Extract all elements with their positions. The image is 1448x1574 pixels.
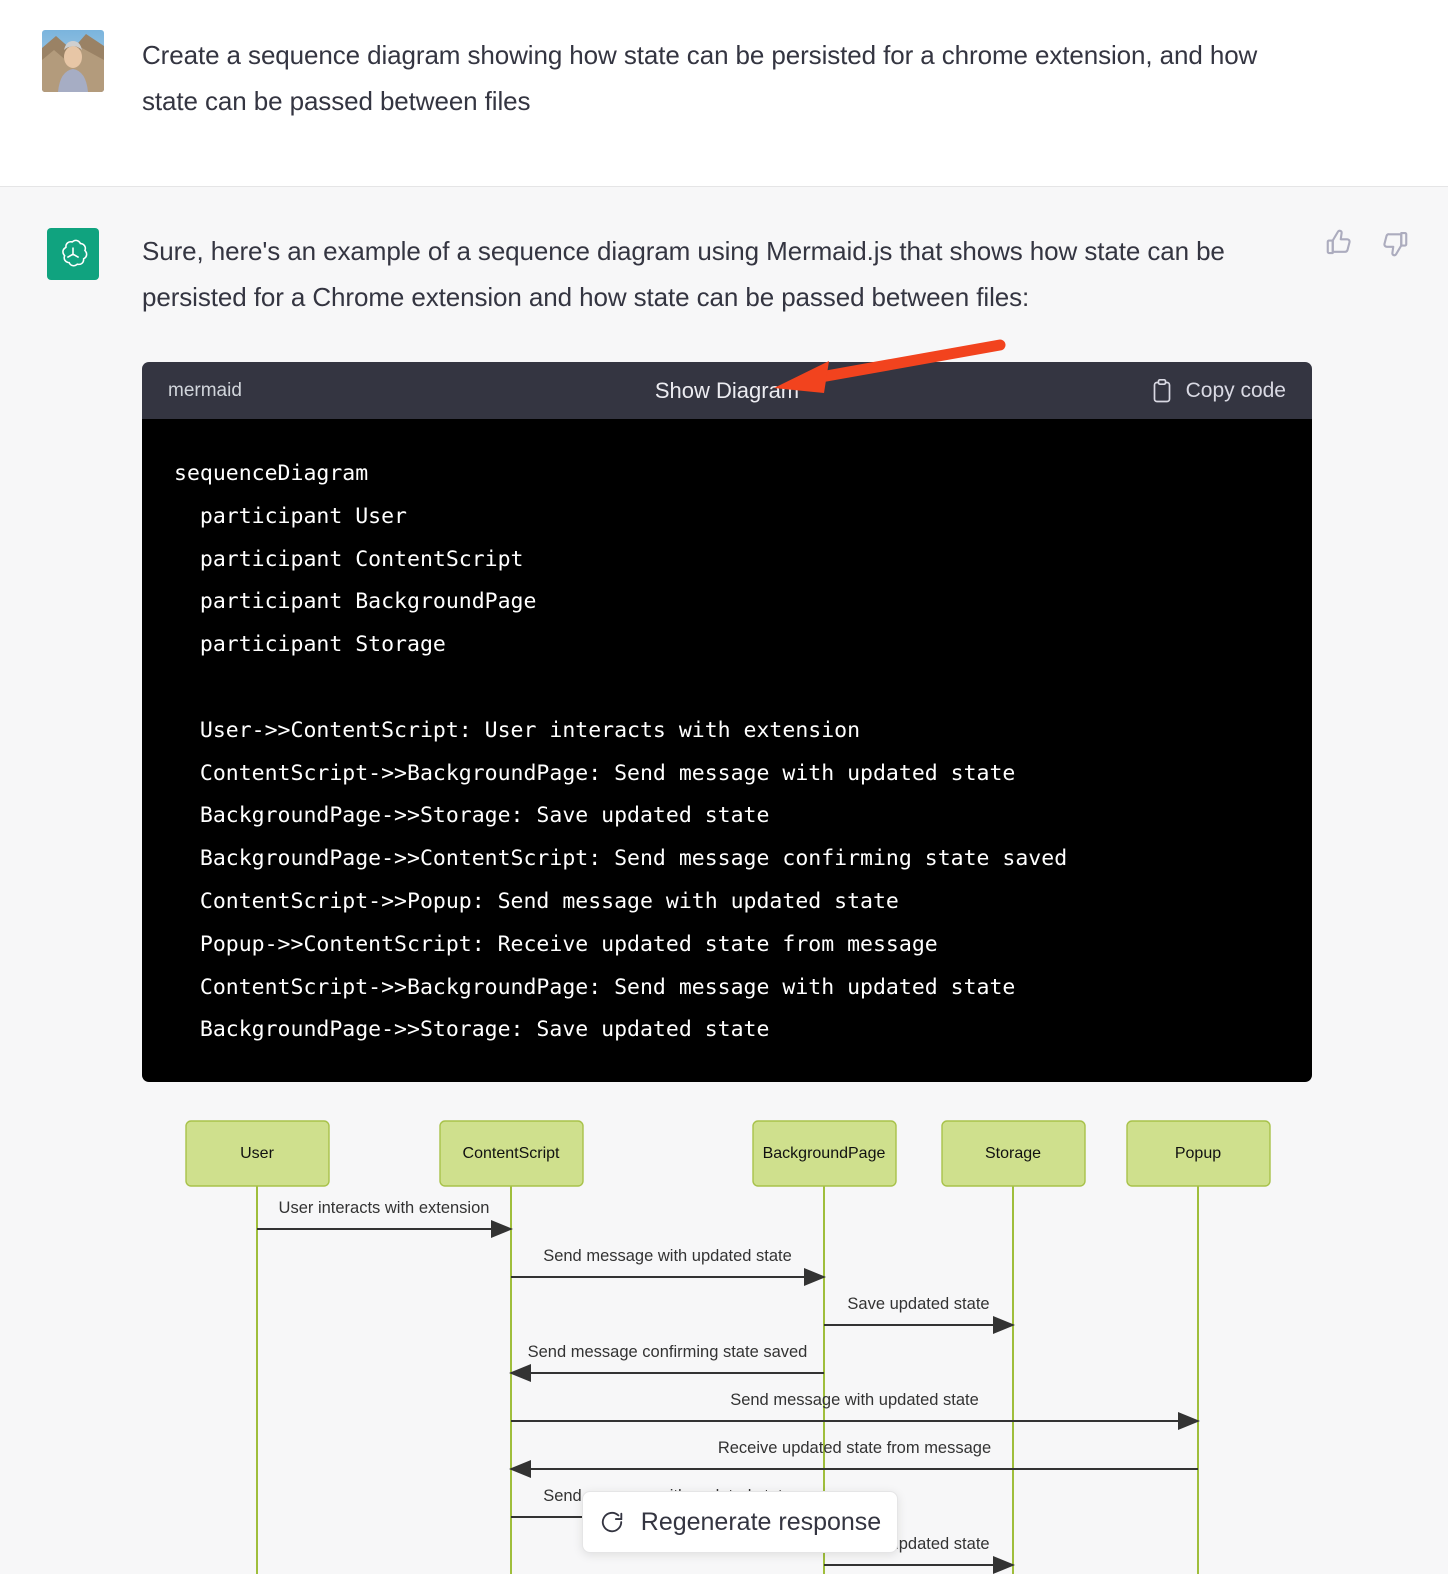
sequence-message-label: Save updated state — [847, 1295, 989, 1313]
participant-label: Storage — [985, 1145, 1041, 1162]
openai-logo-avatar — [47, 228, 99, 280]
participant-box-user: User — [185, 1120, 330, 1187]
code-language-label: mermaid — [168, 379, 242, 401]
participant-box-popup: Popup — [1126, 1120, 1271, 1187]
feedback-controls — [1324, 228, 1410, 258]
code-line: BackgroundPage->>ContentScript: Send mes… — [174, 846, 1068, 872]
regenerate-label: Regenerate response — [640, 1507, 882, 1536]
user-photo-avatar — [42, 30, 104, 92]
code-line: ContentScript->>BackgroundPage: Send mes… — [174, 974, 1016, 1000]
sequence-message-label: Receive updated state from message — [718, 1439, 991, 1457]
code-line: sequenceDiagram — [174, 461, 369, 486]
clipboard-icon — [1150, 378, 1174, 404]
code-line: participant Storage — [174, 632, 446, 658]
participant-box-contentscript: ContentScript — [439, 1120, 584, 1187]
code-block-header: mermaid Show Diagram Copy code — [142, 362, 1312, 419]
thumbs-up-icon[interactable] — [1324, 228, 1354, 258]
participant-box-storage: Storage — [941, 1120, 1086, 1187]
participant-label: BackgroundPage — [763, 1145, 886, 1162]
code-line: Popup->>ContentScript: Receive updated s… — [174, 931, 938, 957]
participant-box-backgroundpage: BackgroundPage — [752, 1120, 897, 1187]
code-line: BackgroundPage->>Storage: Save updated s… — [174, 803, 770, 829]
sequence-message-label: Send message with updated state — [730, 1391, 979, 1409]
regenerate-response-button[interactable]: Regenerate response — [582, 1491, 898, 1553]
assistant-message: Sure, here's an example of a sequence di… — [142, 236, 1225, 312]
refresh-icon — [599, 1509, 625, 1535]
copy-code-button[interactable]: Copy code — [1150, 378, 1286, 404]
user-turn: Create a sequence diagram showing how st… — [0, 0, 1448, 186]
user-message: Create a sequence diagram showing how st… — [142, 40, 1258, 116]
participant-label: ContentScript — [463, 1145, 560, 1162]
code-line: BackgroundPage->>Storage: Save updated s… — [174, 1017, 770, 1043]
copy-code-label: Copy code — [1185, 378, 1286, 402]
sequence-message-label: Send message with updated state — [543, 1247, 792, 1265]
show-diagram-button[interactable]: Show Diagram — [655, 378, 799, 404]
code-line: participant ContentScript — [174, 546, 524, 572]
code-line: ContentScript->>Popup: Send message with… — [174, 888, 899, 914]
code-block: mermaid Show Diagram Copy code sequenceD… — [142, 362, 1312, 1083]
participant-label: Popup — [1175, 1145, 1221, 1162]
sequence-message-label: Send message confirming state saved — [528, 1343, 808, 1361]
participant-label: User — [240, 1145, 274, 1162]
code-content[interactable]: sequenceDiagram participant User partici… — [142, 419, 1312, 1083]
thumbs-down-icon[interactable] — [1380, 228, 1410, 258]
sequence-message-label: User interacts with extension — [279, 1199, 490, 1217]
code-line: participant BackgroundPage — [174, 589, 537, 615]
code-line: User->>ContentScript: User interacts wit… — [174, 717, 861, 743]
code-line: ContentScript->>BackgroundPage: Send mes… — [174, 760, 1016, 786]
code-line: participant User — [174, 503, 407, 529]
